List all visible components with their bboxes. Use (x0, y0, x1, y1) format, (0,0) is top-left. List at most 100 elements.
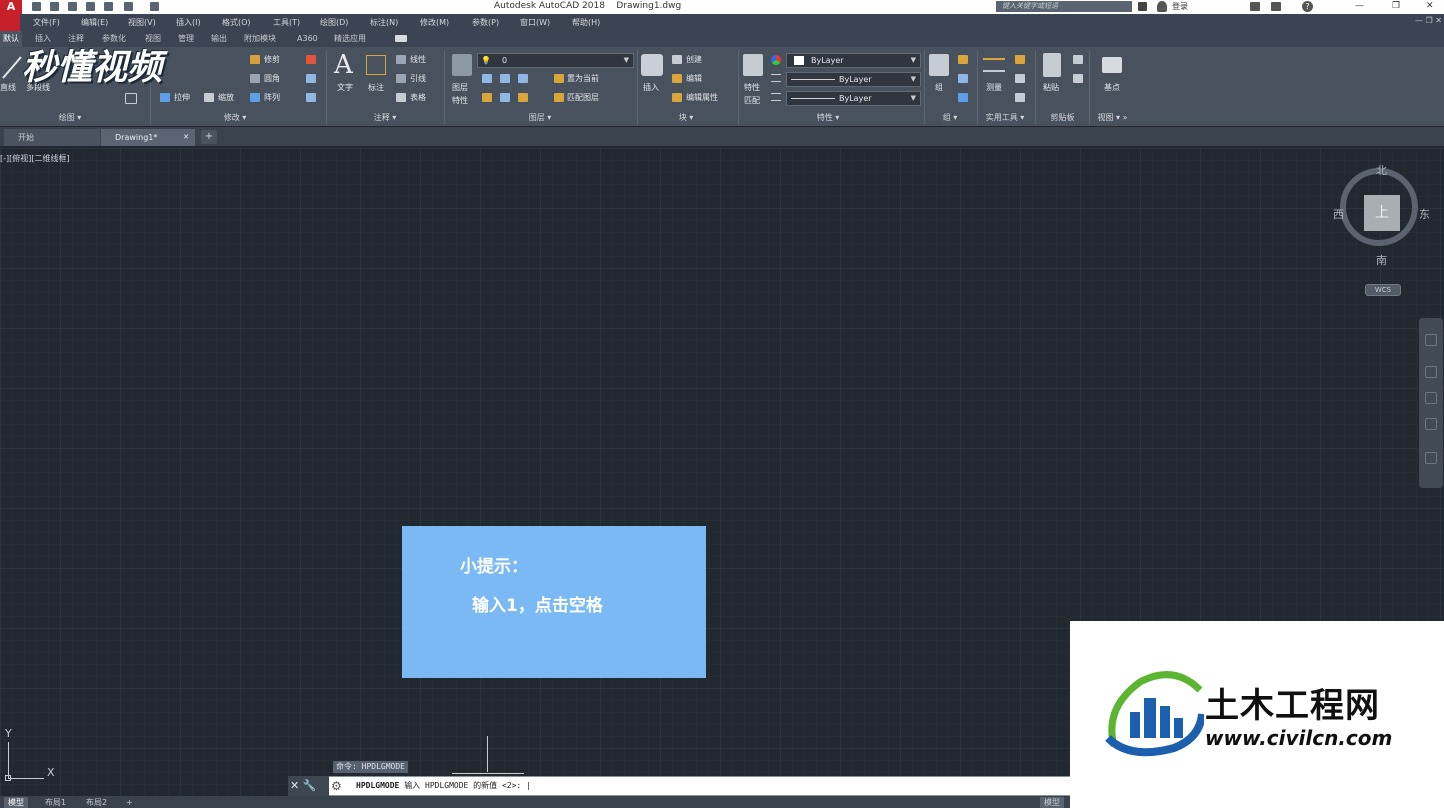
tab-annotate[interactable]: 注释 (68, 31, 84, 47)
group-icon[interactable] (929, 54, 949, 76)
user-icon[interactable] (1157, 1, 1167, 12)
block-panel-label[interactable]: 块 ▾ (656, 111, 716, 124)
viewcube-top-face[interactable]: 上 (1364, 195, 1400, 231)
menu-parametric[interactable]: 参数(P) (472, 14, 499, 31)
edit-block-label[interactable]: 编辑 (686, 74, 702, 84)
tab-output[interactable]: 输出 (211, 31, 227, 47)
utility-tool-icon[interactable] (1015, 55, 1025, 64)
menu-file[interactable]: 文件(F) (33, 14, 60, 31)
group-label[interactable]: 组 (935, 83, 943, 93)
menu-window[interactable]: 窗口(W) (520, 14, 550, 31)
steering-wheel-icon[interactable] (1425, 334, 1437, 346)
utility-tool-icon[interactable] (1015, 74, 1025, 83)
tab-start[interactable]: 开始 (4, 129, 100, 146)
menu-edit[interactable]: 编辑(E) (81, 14, 108, 31)
redo-icon[interactable] (150, 2, 159, 11)
copy-clip-icon[interactable] (1073, 74, 1083, 83)
match-properties-icon[interactable] (743, 54, 763, 76)
edit-block-icon[interactable] (672, 74, 682, 83)
menu-format[interactable]: 格式(O) (222, 14, 251, 31)
groups-panel-label[interactable]: 组 ▾ (920, 111, 980, 124)
tab-manage[interactable]: 管理 (178, 31, 194, 47)
tab-default[interactable]: 默认 (0, 31, 22, 47)
view-panel-label[interactable]: 视图 ▾ » (1090, 111, 1135, 124)
application-menu-icon[interactable] (0, 14, 20, 31)
match-properties-label-2[interactable]: 匹配 (744, 96, 760, 106)
fillet-label[interactable]: 圆角 (264, 74, 280, 84)
array-icon[interactable] (250, 93, 260, 102)
undo-icon[interactable] (124, 2, 133, 11)
paste-icon[interactable] (1043, 53, 1061, 77)
tab-insert[interactable]: 插入 (35, 31, 51, 47)
wrench-icon[interactable]: 🔧 (303, 779, 317, 792)
layers-panel-label[interactable]: 图层 ▾ (510, 111, 570, 124)
edit-attributes-icon[interactable] (672, 93, 682, 102)
table-label[interactable]: 表格 (410, 93, 426, 103)
group-tool-icon[interactable] (958, 93, 968, 102)
tab-layout1[interactable]: 布局1 (45, 797, 66, 808)
insert-block-label[interactable]: 插入 (643, 83, 659, 93)
insert-block-icon[interactable] (641, 54, 663, 76)
viewcube-south[interactable]: 南 (1376, 252, 1387, 268)
scale-icon[interactable] (204, 93, 214, 102)
match-properties-label[interactable]: 特性 (744, 83, 760, 93)
menu-modify[interactable]: 修改(M) (420, 14, 449, 31)
zoom-extents-icon[interactable] (1425, 392, 1437, 404)
tab-a360[interactable]: A360 (297, 31, 318, 47)
search-input[interactable]: 键入关键字或短语 (996, 1, 1132, 12)
layer-tool-icon[interactable] (482, 74, 492, 83)
save-as-icon[interactable] (86, 2, 95, 11)
new-tab-button[interactable]: + (201, 130, 217, 144)
layer-dropdown[interactable]: 0 ▼ (477, 53, 634, 68)
menu-draw[interactable]: 绘图(D) (320, 14, 348, 31)
gear-icon[interactable]: ⚙ (331, 776, 342, 796)
ribbon-toggle-icon[interactable] (395, 35, 407, 42)
autocad-logo-icon[interactable]: A (0, 0, 22, 14)
modify-panel-label[interactable]: 修改 ▾ (205, 111, 265, 124)
pan-icon[interactable] (1425, 366, 1437, 378)
dimension-tool-label[interactable]: 标注 (368, 83, 384, 93)
tab-view[interactable]: 视图 (145, 31, 161, 47)
menu-tools[interactable]: 工具(T) (273, 14, 300, 31)
utilities-panel-label[interactable]: 实用工具 ▾ (975, 111, 1035, 124)
edit-attributes-label[interactable]: 编辑属性 (686, 93, 718, 103)
line-tool-label[interactable]: 直线 (0, 83, 16, 93)
group-tool-icon[interactable] (958, 55, 968, 64)
tab-featured-apps[interactable]: 精选应用 (334, 31, 366, 47)
layer-properties-label-2[interactable]: 特性 (452, 96, 468, 106)
stretch-icon[interactable] (160, 93, 170, 102)
tab-addins[interactable]: 附加模块 (244, 31, 276, 47)
erase-icon[interactable] (306, 55, 316, 64)
stretch-label[interactable]: 拉伸 (174, 93, 190, 103)
copy-icon[interactable] (306, 74, 316, 83)
scale-label[interactable]: 缩放 (218, 93, 234, 103)
linear-dim-icon[interactable] (396, 55, 406, 64)
set-current-label[interactable]: 置为当前 (567, 74, 599, 84)
command-input[interactable]: HPDLGMODE 输入 HPDLGMODE 的新值 <2>: | (356, 776, 531, 796)
layer-tool-icon[interactable] (518, 74, 528, 83)
a360-icon[interactable] (1271, 2, 1281, 11)
menu-view[interactable]: 视图(V) (128, 14, 156, 31)
line-tool-icon[interactable] (1, 54, 23, 80)
create-block-icon[interactable] (672, 55, 682, 64)
layer-tool-icon[interactable] (500, 74, 510, 83)
paste-label[interactable]: 粘贴 (1043, 83, 1059, 93)
viewcube-west[interactable]: 西 (1333, 206, 1344, 222)
match-layer-icon[interactable] (554, 93, 564, 102)
open-file-icon[interactable] (50, 2, 59, 11)
group-tool-icon[interactable] (958, 74, 968, 83)
wcs-menu-button[interactable]: WCS (1365, 284, 1401, 296)
draw-panel-label[interactable]: 绘图 ▾ (40, 111, 100, 124)
trim-label[interactable]: 修剪 (264, 55, 280, 65)
viewport-controls[interactable]: [-][俯视][二维线框] (0, 153, 70, 164)
menu-dimension[interactable]: 标注(N) (370, 14, 398, 31)
login-button[interactable]: 登录 (1172, 0, 1188, 13)
offset-icon[interactable] (306, 93, 316, 102)
tab-parametric[interactable]: 参数化 (102, 31, 126, 47)
close-tab-icon[interactable]: ✕ (183, 129, 189, 146)
base-view-label[interactable]: 基点 (1104, 83, 1120, 93)
tab-layout2[interactable]: 布局2 (86, 797, 107, 808)
table-icon[interactable] (396, 93, 406, 102)
measure-label[interactable]: 测量 (986, 83, 1002, 93)
array-label[interactable]: 阵列 (264, 93, 280, 103)
